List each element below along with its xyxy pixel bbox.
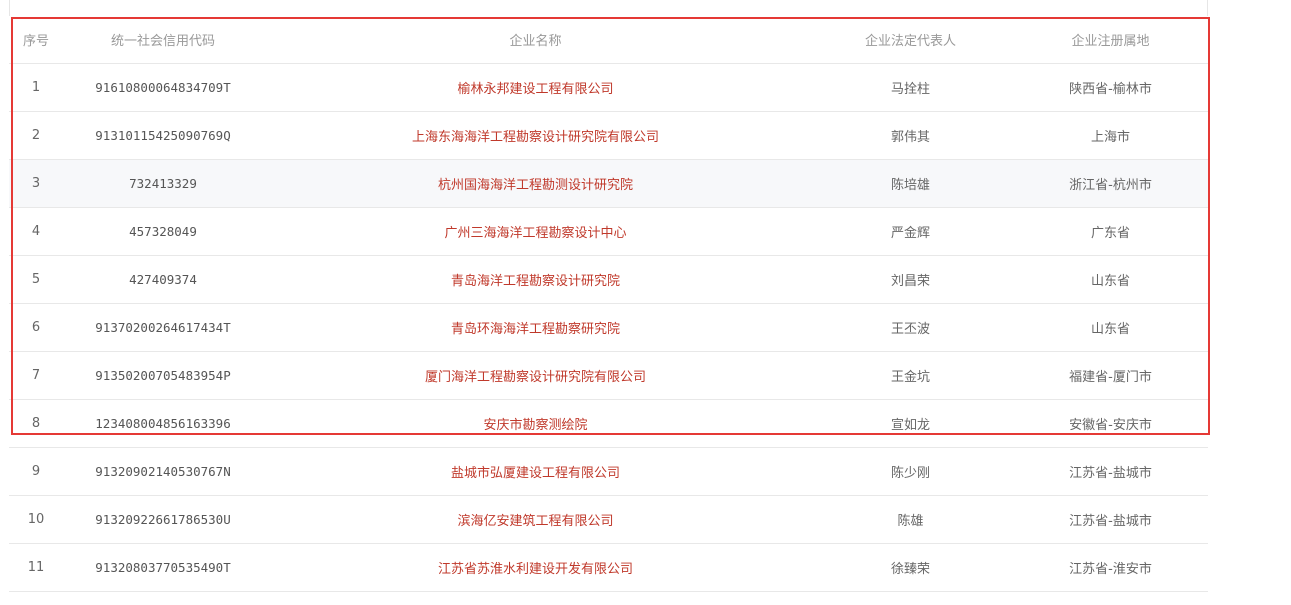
header-location: 企业注册属地 (1013, 16, 1208, 64)
cell-legal-rep: 马拴柱 (808, 63, 1013, 112)
cell-credit-code: 123408004856163396 (63, 399, 263, 448)
header-index: 序号 (9, 16, 63, 64)
cell-location: 江苏省-盐城市 (1013, 447, 1208, 496)
cell-legal-rep: 王丕波 (808, 303, 1013, 352)
cell-index: 8 (9, 399, 63, 448)
cell-company-name: 安庆市勘察测绘院 (263, 399, 808, 448)
cell-index: 3 (9, 159, 63, 208)
cell-location: 山东省 (1013, 303, 1208, 352)
table-row[interactable]: 3 732413329 杭州国海海洋工程勘测设计研究院 陈培雄 浙江省-杭州市 (9, 159, 1208, 208)
table-row[interactable]: 9 91320902140530767N 盐城市弘厦建设工程有限公司 陈少刚 江苏省-盐… (9, 447, 1208, 496)
company-table: 序号 统一社会信用代码 企业名称 企业法定代表人 企业注册属地 1 9161080… (9, 16, 1208, 592)
table-row[interactable]: 7 91350200705483954P 厦门海洋工程勘察设计研究院有限公司 王金坑福… (9, 351, 1208, 400)
company-name-link[interactable]: 广州三海海洋工程勘察设计中心 (444, 226, 626, 241)
table-row[interactable]: 2 91310115425090769Q 上海东海海洋工程勘察设计研究院有限公司 郭伟… (9, 111, 1208, 160)
company-name-link[interactable]: 江苏省苏淮水利建设开发有限公司 (438, 562, 633, 577)
cell-location: 福建省-厦门市 (1013, 351, 1208, 400)
cell-index: 7 (9, 351, 63, 400)
cell-location: 江苏省-淮安市 (1013, 543, 1208, 592)
cell-index: 5 (9, 255, 63, 304)
cell-credit-code: 91310115425090769Q (63, 111, 263, 160)
cell-location: 陕西省-榆林市 (1013, 63, 1208, 112)
cell-index: 4 (9, 207, 63, 256)
cell-legal-rep: 郭伟其 (808, 111, 1013, 160)
cell-company-name: 滨海亿安建筑工程有限公司 (263, 495, 808, 544)
cell-legal-rep: 王金坑 (808, 351, 1013, 400)
cell-company-name: 青岛海洋工程勘察设计研究院 (263, 255, 808, 304)
company-name-link[interactable]: 上海东海海洋工程勘察设计研究院有限公司 (412, 130, 659, 145)
cell-legal-rep: 刘昌荣 (808, 255, 1013, 304)
cell-credit-code: 91320922661786530U (63, 495, 263, 544)
cell-legal-rep: 徐臻荣 (808, 543, 1013, 592)
cell-legal-rep: 陈少刚 (808, 447, 1013, 496)
company-name-link[interactable]: 青岛环海海洋工程勘察研究院 (451, 322, 620, 337)
company-name-link[interactable]: 安庆市勘察测绘院 (483, 418, 587, 433)
company-name-link[interactable]: 杭州国海海洋工程勘测设计研究院 (438, 178, 633, 193)
table-row[interactable]: 4 457328049 广州三海海洋工程勘察设计中心 严金辉 广东省 (9, 207, 1208, 256)
table-row[interactable]: 5 427409374 青岛海洋工程勘察设计研究院 刘昌荣 山东省 (9, 255, 1208, 304)
cell-company-name: 上海东海海洋工程勘察设计研究院有限公司 (263, 111, 808, 160)
table-header-row: 序号 统一社会信用代码 企业名称 企业法定代表人 企业注册属地 (9, 16, 1208, 64)
cell-credit-code: 457328049 (63, 207, 263, 256)
cell-index: 1 (9, 63, 63, 112)
cell-index: 6 (9, 303, 63, 352)
table-row[interactable]: 6 91370200264617434T 青岛环海海洋工程勘察研究院 王丕波 山东省 (9, 303, 1208, 352)
cell-company-name: 榆林永邦建设工程有限公司 (263, 63, 808, 112)
table-row[interactable]: 8 123408004856163396 安庆市勘察测绘院 宣如龙 安徽省-安庆市 (9, 399, 1208, 448)
cell-location: 安徽省-安庆市 (1013, 399, 1208, 448)
cell-credit-code: 91610800064834709T (63, 63, 263, 112)
cell-legal-rep: 严金辉 (808, 207, 1013, 256)
cell-company-name: 江苏省苏淮水利建设开发有限公司 (263, 543, 808, 592)
header-company-name: 企业名称 (263, 16, 808, 64)
cell-company-name: 广州三海海洋工程勘察设计中心 (263, 207, 808, 256)
company-name-link[interactable]: 青岛海洋工程勘察设计研究院 (451, 274, 620, 289)
header-credit-code: 统一社会信用代码 (63, 16, 263, 64)
cell-index: 9 (9, 447, 63, 496)
cell-company-name: 盐城市弘厦建设工程有限公司 (263, 447, 808, 496)
cell-credit-code: 91370200264617434T (63, 303, 263, 352)
table-row[interactable]: 1 91610800064834709T 榆林永邦建设工程有限公司 马拴柱 陕西省-榆林… (9, 63, 1208, 112)
cell-index: 11 (9, 543, 63, 592)
cell-credit-code: 427409374 (63, 255, 263, 304)
table-row[interactable]: 10 91320922661786530U 滨海亿安建筑工程有限公司 陈雄 江苏省-盐城… (9, 495, 1208, 544)
company-list-page: 序号 统一社会信用代码 企业名称 企业法定代表人 企业注册属地 1 9161080… (0, 0, 1291, 605)
cell-legal-rep: 宣如龙 (808, 399, 1013, 448)
cell-credit-code: 91350200705483954P (63, 351, 263, 400)
cell-legal-rep: 陈雄 (808, 495, 1013, 544)
company-name-link[interactable]: 榆林永邦建设工程有限公司 (457, 82, 613, 97)
cell-location: 浙江省-杭州市 (1013, 159, 1208, 208)
header-legal-rep: 企业法定代表人 (808, 16, 1013, 64)
company-name-link[interactable]: 滨海亿安建筑工程有限公司 (457, 514, 613, 529)
cell-location: 江苏省-盐城市 (1013, 495, 1208, 544)
cell-credit-code: 91320902140530767N (63, 447, 263, 496)
cell-legal-rep: 陈培雄 (808, 159, 1013, 208)
table-row[interactable]: 11 91320803770535490T 江苏省苏淮水利建设开发有限公司 徐臻荣 江苏… (9, 543, 1208, 592)
cell-credit-code: 732413329 (63, 159, 263, 208)
company-name-link[interactable]: 厦门海洋工程勘察设计研究院有限公司 (425, 370, 646, 385)
cell-index: 2 (9, 111, 63, 160)
cell-location: 广东省 (1013, 207, 1208, 256)
cell-company-name: 厦门海洋工程勘察设计研究院有限公司 (263, 351, 808, 400)
cell-location: 山东省 (1013, 255, 1208, 304)
cell-company-name: 青岛环海海洋工程勘察研究院 (263, 303, 808, 352)
company-name-link[interactable]: 盐城市弘厦建设工程有限公司 (451, 466, 620, 481)
cell-company-name: 杭州国海海洋工程勘测设计研究院 (263, 159, 808, 208)
cell-credit-code: 91320803770535490T (63, 543, 263, 592)
cell-index: 10 (9, 495, 63, 544)
cell-location: 上海市 (1013, 111, 1208, 160)
table-top-edge (9, 0, 1208, 16)
